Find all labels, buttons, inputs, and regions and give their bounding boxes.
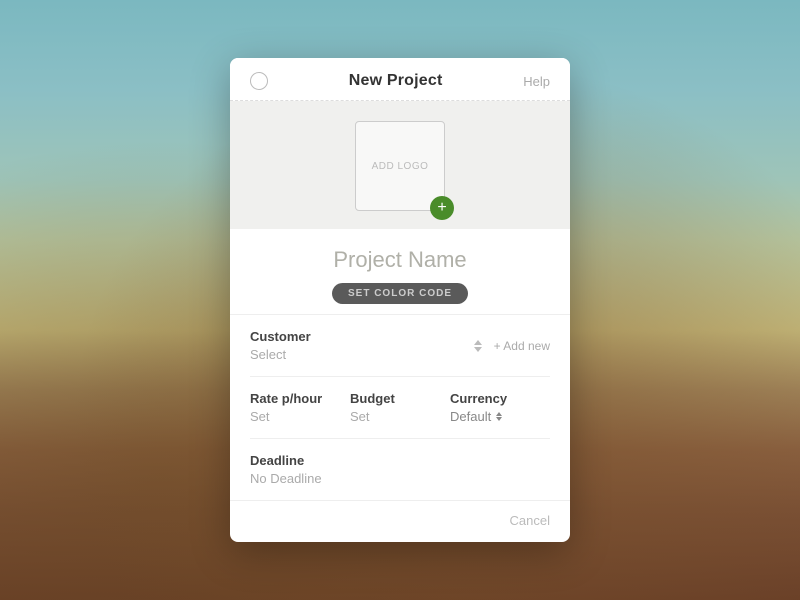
budget-label: Budget (350, 391, 450, 406)
currency-field-group: Currency Default (450, 391, 550, 424)
customer-field-group: Customer Select (250, 329, 474, 362)
fields-section: Customer Select + Add new Rate p/hour (230, 315, 570, 500)
customer-row: Customer Select + Add new (250, 315, 550, 377)
add-new-customer-button[interactable]: + Add new (494, 339, 550, 353)
cancel-button[interactable]: Cancel (510, 513, 550, 528)
header-circle-icon[interactable] (250, 72, 268, 90)
sort-up-icon (474, 340, 482, 345)
help-button[interactable]: Help (523, 74, 550, 89)
currency-label: Currency (450, 391, 550, 406)
customer-sort-icon[interactable] (474, 340, 482, 352)
customer-controls: + Add new (474, 339, 550, 353)
budget-field-group: Budget Set (350, 391, 450, 424)
project-info-section: Project Name SET COLOR CODE (230, 229, 570, 315)
rate-budget-currency-row: Rate p/hour Set Budget Set Currency Defa… (250, 377, 550, 439)
deadline-field-group: Deadline No Deadline (250, 453, 550, 486)
budget-value[interactable]: Set (350, 409, 450, 424)
rate-value[interactable]: Set (250, 409, 350, 424)
modal-title: New Project (349, 72, 443, 90)
sort-down-icon (474, 347, 482, 352)
new-project-modal: New Project Help ADD LOGO + Project Name… (230, 58, 570, 542)
set-color-code-button[interactable]: SET COLOR CODE (332, 283, 468, 304)
modal-header: New Project Help (230, 58, 570, 101)
logo-placeholder-text: ADD LOGO (372, 161, 429, 172)
rate-field-group: Rate p/hour Set (250, 391, 350, 424)
add-logo-button[interactable]: + (430, 196, 454, 220)
currency-chevron-icon (496, 412, 502, 421)
deadline-label: Deadline (250, 453, 550, 468)
deadline-row: Deadline No Deadline (250, 439, 550, 500)
modal-wrapper: New Project Help ADD LOGO + Project Name… (230, 58, 570, 542)
project-name-field[interactable]: Project Name (333, 247, 466, 273)
modal-footer: Cancel (230, 500, 570, 542)
customer-label: Customer (250, 329, 474, 344)
logo-section: ADD LOGO + (230, 101, 570, 229)
deadline-value[interactable]: No Deadline (250, 471, 550, 486)
customer-value[interactable]: Select (250, 347, 474, 362)
rate-label: Rate p/hour (250, 391, 350, 406)
logo-box[interactable]: ADD LOGO + (355, 121, 445, 211)
currency-value[interactable]: Default (450, 409, 550, 424)
